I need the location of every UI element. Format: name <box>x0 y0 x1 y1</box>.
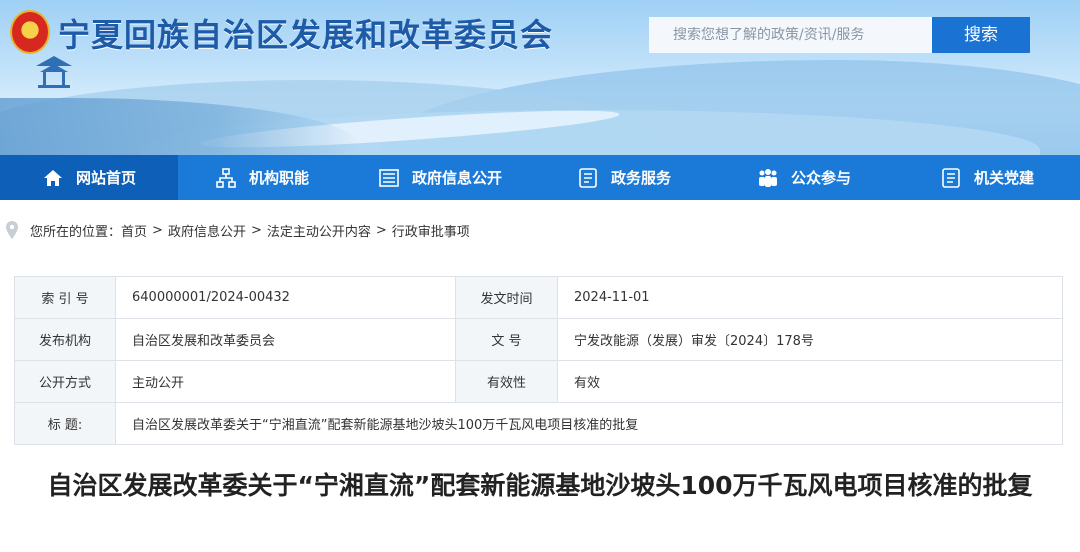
nav-item-home[interactable]: 网站首页 <box>0 155 178 200</box>
index-value: 640000001/2024-00432 <box>115 276 456 319</box>
breadcrumb-link[interactable]: 首页 <box>121 221 147 240</box>
breadcrumb-link[interactable]: 政府信息公开 <box>168 221 246 240</box>
date-label: 发文时间 <box>455 276 558 319</box>
home-icon <box>42 167 64 189</box>
national-emblem-icon <box>10 10 50 54</box>
nav-item-party[interactable]: 机关党建 <box>894 155 1080 200</box>
validity-value: 有效 <box>557 360 1063 403</box>
nav-item-label: 政府信息公开 <box>411 169 502 187</box>
document-icon <box>940 167 962 189</box>
nav-item-org[interactable]: 机构职能 <box>178 155 346 200</box>
breadcrumb-separator: > <box>375 222 387 238</box>
document-info-table: 索 引 号 640000001/2024-00432 发文时间 2024-11-… <box>14 276 1063 445</box>
search-button[interactable]: 搜索 <box>932 17 1030 53</box>
breadcrumb-separator: > <box>152 222 163 238</box>
breadcrumb-separator: > <box>250 222 262 238</box>
table-row: 发布机构 自治区发展和改革委员会 文 号 宁发改能源（发展）审发〔2024〕17… <box>14 318 1063 361</box>
newspaper-icon <box>378 167 400 189</box>
breadcrumb-link[interactable]: 行政审批事项 <box>392 221 470 240</box>
header-banner: 宁夏回族自治区发展和改革委员会 搜索您想了解的政策/资讯/服务 搜索 <box>0 0 1080 155</box>
nav-item-label: 公众参与 <box>790 169 851 187</box>
table-row: 索 引 号 640000001/2024-00432 发文时间 2024-11-… <box>14 276 1063 319</box>
pavilion-icon <box>36 56 72 88</box>
validity-label: 有效性 <box>455 360 558 403</box>
docno-value: 宁发改能源（发展）审发〔2024〕178号 <box>557 318 1063 361</box>
table-row: 公开方式 主动公开 有效性 有效 <box>14 360 1063 403</box>
nav-item-gov-info[interactable]: 政府信息公开 <box>346 155 534 200</box>
site-title[interactable]: 宁夏回族自治区发展和改革委员会 <box>58 10 553 56</box>
people-icon <box>757 167 779 189</box>
mode-label: 公开方式 <box>14 360 116 403</box>
search-input[interactable]: 搜索您想了解的政策/资讯/服务 <box>649 17 933 53</box>
breadcrumb: 您所在的位置： 首页 > 政府信息公开 > 法定主动公开内容 > 行政审批事项 <box>0 212 1080 248</box>
date-value: 2024-11-01 <box>557 276 1063 319</box>
location-pin-icon <box>6 221 18 239</box>
nav-item-services[interactable]: 政务服务 <box>534 155 714 200</box>
nav-item-label: 机关党建 <box>973 169 1034 187</box>
nav-item-label: 机构职能 <box>248 169 309 187</box>
publisher-label: 发布机构 <box>14 318 116 361</box>
title-value: 自治区发展改革委关于“宁湘直流”配套新能源基地沙坡头100万千瓦风电项目核准的批… <box>115 402 1063 445</box>
mode-value: 主动公开 <box>115 360 456 403</box>
nav-item-participation[interactable]: 公众参与 <box>714 155 894 200</box>
document-list-icon <box>577 167 599 189</box>
table-row: 标 题: 自治区发展改革委关于“宁湘直流”配套新能源基地沙坡头100万千瓦风电项… <box>14 402 1063 445</box>
nav-item-label: 政务服务 <box>610 169 671 187</box>
breadcrumb-link[interactable]: 法定主动公开内容 <box>267 221 371 240</box>
publisher-value: 自治区发展和改革委员会 <box>115 318 456 361</box>
main-nav: 网站首页 机构职能 政府信息公开 政务服务 公众参与 机关党建 <box>0 155 1080 200</box>
article-title: 自治区发展改革委关于“宁湘直流”配套新能源基地沙坡头100万千瓦风电项目核准的批… <box>47 471 1033 500</box>
breadcrumb-prefix: 您所在的位置： <box>30 224 122 240</box>
nav-item-label: 网站首页 <box>75 169 136 187</box>
docno-label: 文 号 <box>455 318 558 361</box>
org-chart-icon <box>215 167 237 189</box>
title-label: 标 题: <box>14 402 116 445</box>
index-label: 索 引 号 <box>14 276 116 319</box>
